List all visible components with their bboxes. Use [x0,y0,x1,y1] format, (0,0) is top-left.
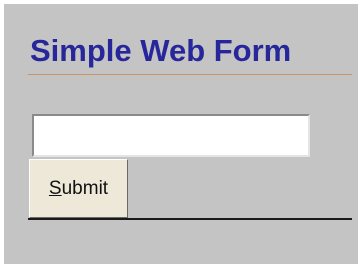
submit-button[interactable]: Submit [29,159,128,218]
form-bottom-divider [28,218,352,220]
text-input-field[interactable] [32,114,310,157]
submit-button-label: ubmit [61,177,109,199]
page-title: Simple Web Form [30,33,292,68]
window-frame-top-edge [0,0,358,4]
window-frame-left-edge [0,0,4,264]
submit-access-key-letter: S [48,177,62,199]
title-divider [28,74,352,75]
